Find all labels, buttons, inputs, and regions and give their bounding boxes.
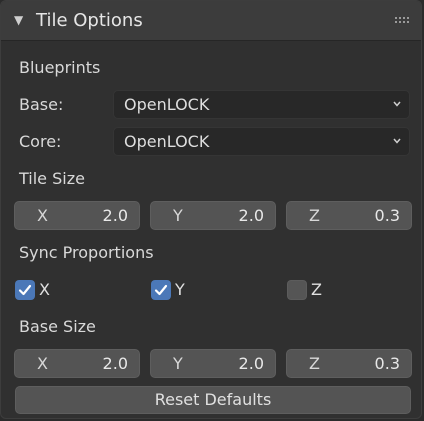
base-size-y-field[interactable]: Y 2.0 bbox=[150, 349, 276, 378]
tile-size-heading: Tile Size bbox=[19, 169, 85, 188]
tile-options-panel: ▼ Tile Options Blueprints Base: OpenLOCK… bbox=[0, 0, 422, 419]
tile-size-x-label: X bbox=[37, 206, 48, 225]
chevron-down-icon bbox=[393, 138, 401, 144]
tile-size-x-field[interactable]: X 2.0 bbox=[14, 201, 140, 230]
base-size-x-field[interactable]: X 2.0 bbox=[14, 349, 140, 378]
core-label: Core: bbox=[19, 132, 62, 151]
sync-y-checkbox[interactable] bbox=[151, 280, 171, 300]
chevron-down-icon bbox=[393, 101, 401, 107]
base-dropdown-value: OpenLOCK bbox=[124, 95, 210, 114]
sync-x-checkbox[interactable] bbox=[15, 280, 35, 300]
reset-defaults-button[interactable]: Reset Defaults bbox=[15, 386, 411, 414]
base-size-y-value: 2.0 bbox=[238, 354, 264, 373]
tile-size-y-field[interactable]: Y 2.0 bbox=[150, 201, 276, 230]
sync-z-label: Z bbox=[311, 280, 322, 299]
sync-x-label: X bbox=[39, 280, 50, 299]
checkmark-icon bbox=[154, 284, 168, 296]
base-size-x-label: X bbox=[37, 354, 48, 373]
checkmark-icon bbox=[18, 284, 32, 296]
blueprints-heading: Blueprints bbox=[19, 58, 101, 77]
sync-z-checkbox[interactable] bbox=[287, 280, 307, 300]
tile-size-z-field[interactable]: Z 0.3 bbox=[286, 201, 412, 230]
panel-header[interactable]: ▼ Tile Options bbox=[1, 1, 421, 41]
core-dropdown[interactable]: OpenLOCK bbox=[113, 127, 410, 156]
panel-title: Tile Options bbox=[36, 10, 143, 31]
sync-proportions-heading: Sync Proportions bbox=[19, 243, 154, 262]
tile-size-z-value: 0.3 bbox=[374, 206, 400, 225]
tile-size-y-value: 2.0 bbox=[238, 206, 264, 225]
base-size-z-label: Z bbox=[309, 354, 320, 373]
base-dropdown[interactable]: OpenLOCK bbox=[113, 90, 410, 119]
base-label: Base: bbox=[19, 95, 64, 114]
base-size-z-field[interactable]: Z 0.3 bbox=[286, 349, 412, 378]
base-size-heading: Base Size bbox=[19, 317, 96, 336]
base-size-y-label: Y bbox=[173, 354, 183, 373]
tile-size-z-label: Z bbox=[309, 206, 320, 225]
core-dropdown-value: OpenLOCK bbox=[124, 132, 210, 151]
triangle-down-icon[interactable]: ▼ bbox=[14, 13, 23, 27]
tile-size-y-label: Y bbox=[173, 206, 183, 225]
tile-size-x-value: 2.0 bbox=[102, 206, 128, 225]
drag-handle-icon[interactable] bbox=[395, 15, 409, 25]
sync-y-label: Y bbox=[175, 280, 185, 299]
base-size-z-value: 0.3 bbox=[374, 354, 400, 373]
base-size-x-value: 2.0 bbox=[102, 354, 128, 373]
